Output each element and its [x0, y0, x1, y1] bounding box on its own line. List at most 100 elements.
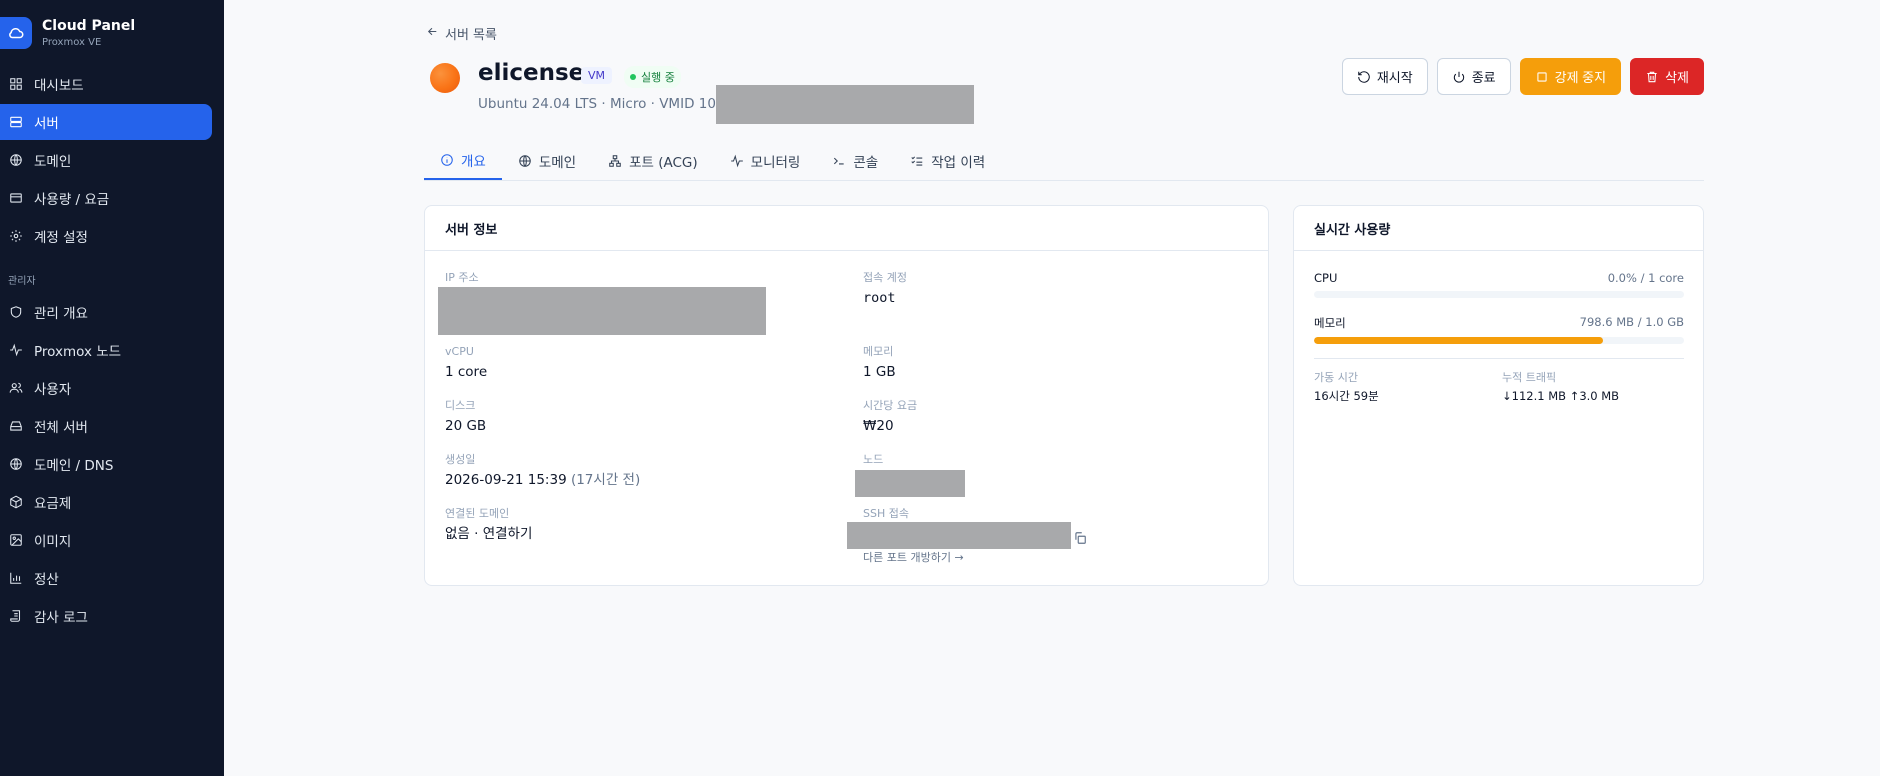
sidebar-item-usage-billing[interactable]: 사용량 / 요금 — [0, 180, 212, 216]
brand-title: Cloud Panel — [42, 18, 136, 34]
sidebar-item-account-settings[interactable]: 계정 설정 — [0, 218, 212, 254]
mem-label: 메모리 — [1314, 316, 1346, 330]
restart-button[interactable]: 재시작 — [1341, 58, 1428, 95]
main-content: 서버 목록 elicense VM 실행 중 Ubuntu 24.04 LTS … — [224, 0, 1880, 776]
drive-icon — [9, 419, 23, 433]
tab-job-history[interactable]: 작업 이력 — [894, 142, 1001, 180]
hourly-rate-label: 시간당 요금 — [863, 399, 918, 412]
connect-domain-link[interactable]: 없음 · 연결하기 — [445, 525, 532, 543]
info-icon — [441, 154, 453, 166]
sidebar-item-users[interactable]: 사용자 — [0, 370, 212, 406]
realtime-usage-title: 실시간 사용량 — [1294, 206, 1703, 251]
sidebar-item-all-servers[interactable]: 전체 서버 — [0, 408, 212, 444]
back-to-server-list-link[interactable]: 서버 목록 — [426, 24, 497, 43]
os-avatar — [430, 63, 460, 93]
terminal-icon — [834, 157, 845, 165]
sidebar-item-servers[interactable]: 서버 — [0, 104, 212, 140]
sidebar-item-label: 요금제 — [34, 496, 72, 512]
image-icon — [9, 533, 23, 547]
stop-square-icon — [1537, 71, 1547, 82]
sidebar-item-label: Proxmox 노드 — [34, 344, 122, 360]
arrow-left-icon — [426, 25, 439, 42]
card-icon — [9, 191, 23, 205]
trash-icon — [1647, 71, 1657, 82]
restart-label: 재시작 — [1376, 70, 1413, 85]
cpu-usage-bar — [1314, 291, 1684, 298]
tab-overview[interactable]: 개요 — [424, 142, 502, 180]
vcpu-label: vCPU — [445, 345, 474, 358]
mem-value: 798.6 MB / 1.0 GB — [1579, 315, 1684, 329]
copy-icon[interactable] — [1073, 530, 1087, 549]
sidebar-item-label: 이미지 — [34, 534, 72, 550]
sidebar-item-admin-overview[interactable]: 관리 개요 — [0, 294, 212, 330]
cpu-label: CPU — [1314, 271, 1338, 285]
status-label: 실행 중 — [641, 71, 675, 84]
tab-label: 콘솔 — [853, 155, 879, 171]
power-icon — [1453, 71, 1464, 83]
status-badge: 실행 중 — [624, 66, 681, 88]
sidebar-item-label: 도메인 — [34, 154, 72, 170]
memory-usage-row: 메모리 798.6 MB / 1.0 GB — [1314, 315, 1684, 344]
sidebar-item-domains[interactable]: 도메인 — [0, 142, 212, 178]
cloud-icon — [0, 17, 32, 49]
vm-type-badge: VM — [581, 67, 613, 84]
tab-monitoring[interactable]: 모니터링 — [714, 142, 817, 180]
tab-domain[interactable]: 도메인 — [502, 142, 592, 180]
sidebar-item-plans[interactable]: 요금제 — [0, 484, 212, 520]
open-other-port-link[interactable]: 다른 포트 개방하기 → — [863, 549, 964, 565]
sidebar: Cloud Panel Proxmox VE 대시보드 서버 도메인 사용량 /… — [0, 0, 224, 776]
grid-icon — [9, 77, 23, 91]
created-field: 생성일 2026-09-21 15:39 (17시간 전) — [445, 453, 640, 489]
sidebar-item-audit-log[interactable]: 감사 로그 — [0, 598, 212, 634]
memory-usage-bar — [1314, 337, 1684, 344]
status-dot-icon — [630, 74, 636, 80]
ssh-field: SSH 접속 — [863, 507, 909, 521]
sidebar-item-domains-dns[interactable]: 도메인 / DNS — [0, 446, 212, 482]
sidebar-item-images[interactable]: 이미지 — [0, 522, 212, 558]
globe-icon — [519, 155, 531, 167]
force-stop-button[interactable]: 강제 중지 — [1519, 58, 1622, 95]
tab-console[interactable]: 콘솔 — [816, 142, 894, 180]
sidebar-item-label: 계정 설정 — [34, 230, 88, 246]
node-label: 노드 — [863, 453, 884, 466]
server-actions: 재시작 종료 강제 중지 삭제 — [1341, 58, 1704, 95]
redacted-block — [855, 470, 965, 497]
globe-icon — [9, 153, 23, 167]
sidebar-item-settlement[interactable]: 정산 — [0, 560, 212, 596]
delete-label: 삭제 — [1665, 70, 1689, 85]
sidebar-item-dashboard[interactable]: 대시보드 — [0, 66, 212, 102]
account-field: 접속 계정 root — [863, 271, 907, 307]
users-icon — [9, 381, 23, 395]
ip-label: IP 주소 — [445, 271, 479, 284]
sidebar-section-admin: 관리자 — [8, 276, 36, 287]
back-label: 서버 목록 — [445, 28, 497, 43]
memory-usage-fill — [1314, 337, 1603, 344]
shutdown-label: 종료 — [1471, 70, 1496, 85]
activity-icon — [730, 154, 743, 168]
vcpu-field: vCPU 1 core — [445, 345, 487, 381]
delete-button[interactable]: 삭제 — [1630, 58, 1704, 95]
tab-ports-acg[interactable]: 포트 (ACG) — [592, 142, 714, 180]
created-relative: (17시간 전) — [570, 472, 641, 488]
realtime-usage-card: 실시간 사용량 CPU 0.0% / 1 core 메모리 798.6 MB /… — [1293, 205, 1704, 586]
force-stop-label: 강제 중지 — [1554, 70, 1607, 85]
disk-field: 디스크 20 GB — [445, 399, 486, 435]
disk-label: 디스크 — [445, 399, 476, 412]
brand[interactable]: Cloud Panel Proxmox VE — [0, 0, 224, 54]
ip-field: IP 주소 — [445, 271, 479, 285]
sidebar-item-label: 사용량 / 요금 — [34, 192, 110, 208]
traffic-label: 누적 트래픽 — [1502, 371, 1557, 384]
brand-subtitle: Proxmox VE — [42, 37, 102, 48]
sidebar-item-label: 도메인 / DNS — [34, 458, 114, 474]
cpu-value: 0.0% / 1 core — [1607, 271, 1684, 285]
divider — [1314, 358, 1684, 359]
box-icon — [9, 495, 23, 509]
account-label: 접속 계정 — [863, 271, 907, 284]
created-value: 2026-09-21 15:39 (17시간 전) — [445, 471, 640, 489]
shield-icon — [9, 305, 23, 319]
shutdown-button[interactable]: 종료 — [1436, 58, 1511, 95]
scroll-icon — [9, 609, 23, 623]
tab-label: 포트 (ACG) — [629, 155, 698, 171]
sidebar-item-proxmox-nodes[interactable]: Proxmox 노드 — [0, 332, 212, 368]
ssh-label: SSH 접속 — [863, 507, 909, 520]
